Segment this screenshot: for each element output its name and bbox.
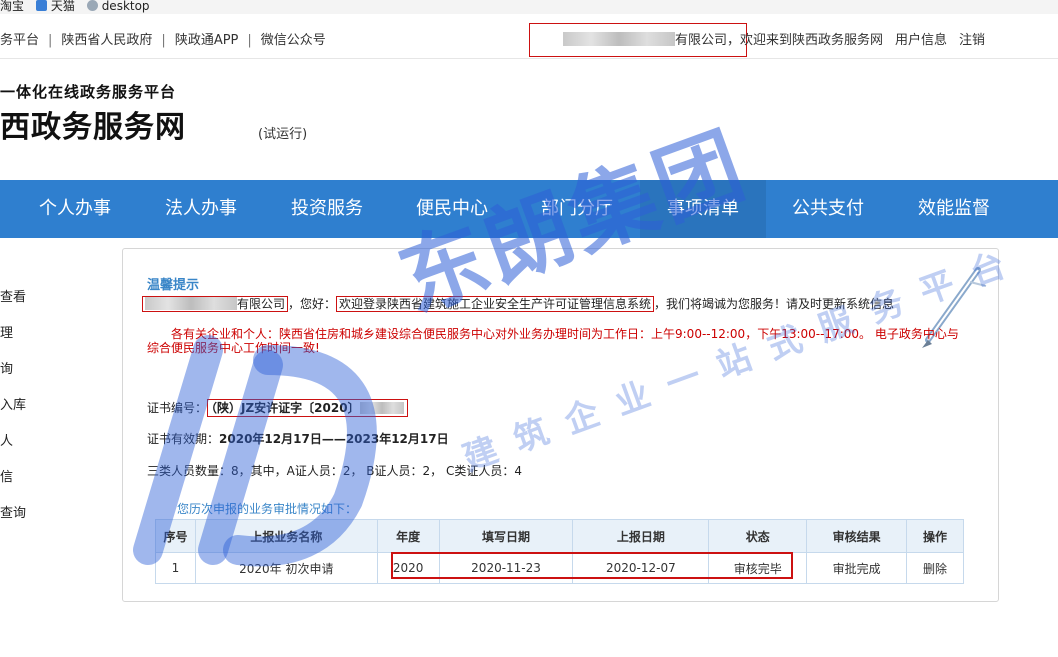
top-link-app[interactable]: 陕政通APP <box>175 33 239 48</box>
watermark-logo-icon <box>133 335 377 567</box>
delete-link[interactable]: 删除 <box>906 552 964 584</box>
top-link-gov[interactable]: 陕西省人民政府 <box>61 33 152 48</box>
redacted-company-name <box>563 32 675 46</box>
user-company-suffix: 有限公司 <box>675 33 728 48</box>
sidebar-item[interactable]: 入库 <box>0 394 26 413</box>
nav-legal-person[interactable]: 法人办事 <box>138 180 264 238</box>
top-link-wechat[interactable]: 微信公众号 <box>261 33 326 48</box>
ie-icon <box>35 0 47 11</box>
logo-title[interactable]: 西政务服务网 <box>0 102 186 146</box>
sidebar-item[interactable]: 理 <box>0 322 13 341</box>
sidebar: 查看 理 询 入库 人 信 查询 <box>0 238 110 657</box>
user-welcome-text: ，欢迎来到陕西政务服务网 <box>727 33 884 48</box>
nav-public-payment[interactable]: 公共支付 <box>765 180 891 238</box>
logo-trial-note: (试运行) <box>258 127 308 142</box>
cell-result-link[interactable]: 审批完成 <box>806 552 908 584</box>
logo-subtitle: 一体化在线政务服务平台 <box>0 83 177 101</box>
sidebar-item[interactable]: 查看 <box>0 286 26 305</box>
bookmarks-bar: 淘宝 天猫 desktop <box>0 0 1058 14</box>
top-link-separator: | <box>161 33 166 48</box>
sidebar-item[interactable]: 人 <box>0 430 13 449</box>
bookmark-tmall[interactable]: 天猫 <box>35 0 79 13</box>
top-link-separator: | <box>247 33 252 48</box>
col-header-action: 操作 <box>906 519 964 553</box>
user-welcome: 有限公司，欢迎来到陕西政务服务网 用户信息 注销 <box>563 29 985 48</box>
col-header-fill-date: 填写日期 <box>438 519 574 553</box>
sidebar-item[interactable]: 询 <box>0 358 13 377</box>
sidebar-item[interactable]: 查询 <box>0 502 26 521</box>
user-info-link[interactable]: 用户信息 <box>895 33 947 48</box>
col-header-submit-date: 上报日期 <box>572 519 710 553</box>
col-header-status: 状态 <box>708 519 808 553</box>
top-link-separator: | <box>48 33 53 48</box>
row-highlight-box <box>391 552 793 579</box>
bookmark-desktop[interactable]: desktop <box>86 0 154 13</box>
nav-investment[interactable]: 投资服务 <box>264 180 390 238</box>
logout-link[interactable]: 注销 <box>959 33 985 48</box>
nav-personal[interactable]: 个人办事 <box>12 180 138 238</box>
col-header-result: 审核结果 <box>806 519 908 553</box>
bookmark-taobao[interactable]: 淘宝 <box>0 0 28 13</box>
top-bar: 务平台 | 陕西省人民政府 | 陕政通APP | 微信公众号 有限公司，欢迎来到陕西政务服务… <box>0 14 1058 59</box>
top-links: 务平台 | 陕西省人民政府 | 陕政通APP | 微信公众号 <box>0 29 326 48</box>
gear-icon <box>86 0 98 11</box>
nav-supervision[interactable]: 效能监督 <box>891 180 1017 238</box>
top-link-platform[interactable]: 务平台 <box>0 33 39 48</box>
sidebar-item[interactable]: 信 <box>0 466 13 485</box>
